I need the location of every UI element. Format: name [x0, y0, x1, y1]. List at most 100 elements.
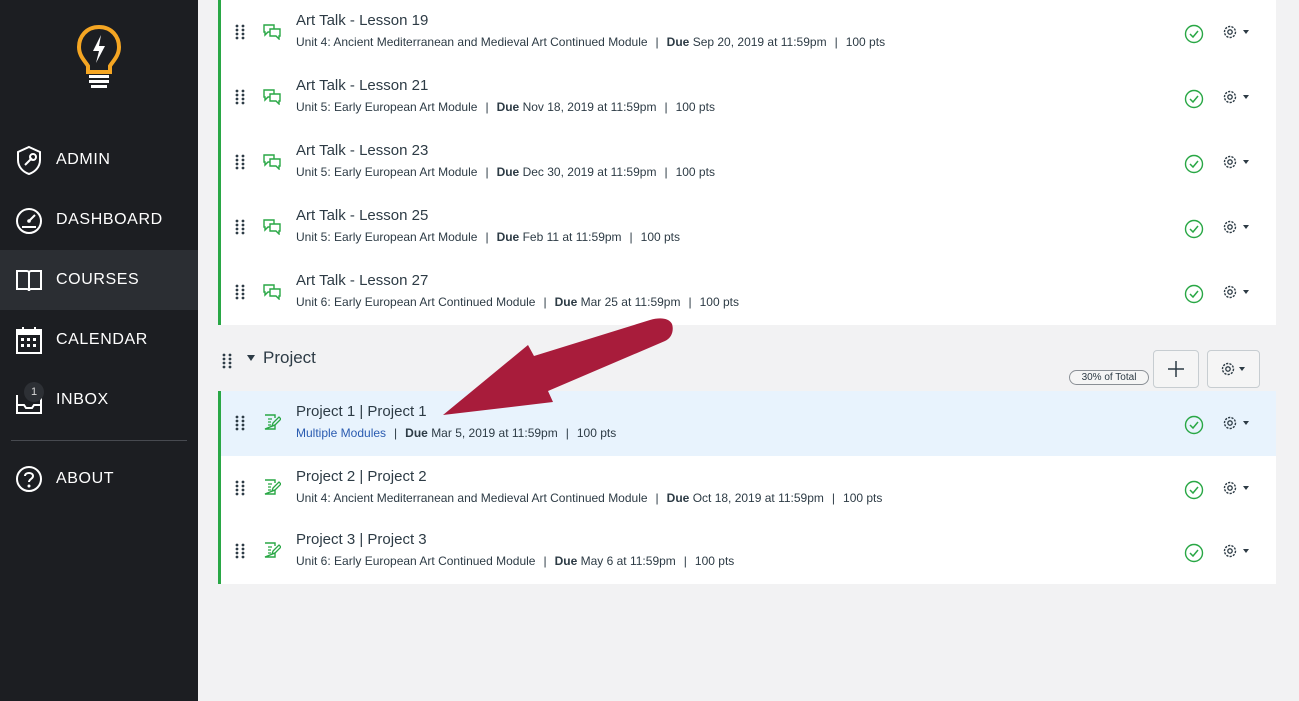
- due-label: Due: [554, 295, 578, 309]
- assignment-row[interactable]: Art Talk - Lesson 23 Unit 5: Early Europ…: [218, 130, 1276, 195]
- project-group-rows: Project 1 | Project 1 Multiple Modules | D…: [218, 391, 1276, 584]
- nav-calendar-label: CALENDAR: [56, 331, 148, 348]
- assignment-row[interactable]: Project 3 | Project 3 Unit 6: Early Euro…: [218, 521, 1276, 584]
- drag-handle-icon[interactable]: [235, 284, 245, 300]
- drag-handle-icon[interactable]: [235, 154, 245, 170]
- settings-gear-icon[interactable]: [1221, 414, 1251, 432]
- module-name: Unit 5: Early European Art Module: [296, 165, 478, 179]
- multiple-modules-link[interactable]: Multiple Modules: [296, 426, 386, 440]
- due-date: Oct 18, 2019 at 11:59pm: [692, 491, 824, 505]
- points: 100 pts: [843, 491, 883, 505]
- assignment-icon: [264, 479, 281, 495]
- published-check-icon[interactable]: [1184, 543, 1204, 563]
- due-date: May 6 at 11:59pm: [580, 554, 676, 568]
- drag-handle-icon[interactable]: [235, 543, 245, 559]
- due-label: Due: [496, 165, 520, 179]
- inbox-unread-badge: 1: [24, 382, 44, 402]
- due-label: Due: [666, 35, 690, 49]
- assignment-title-link[interactable]: Art Talk - Lesson 19: [296, 12, 428, 29]
- due-date: Mar 5, 2019 at 11:59pm: [431, 426, 558, 440]
- assignment-row[interactable]: Art Talk - Lesson 19 Unit 4: Ancient Med…: [218, 0, 1276, 65]
- settings-gear-icon[interactable]: [1221, 218, 1251, 236]
- assignment-title-link[interactable]: Project 2 | Project 2: [296, 468, 427, 485]
- due-label: Due: [496, 230, 520, 244]
- assignment-title-link[interactable]: Project 1 | Project 1: [296, 403, 427, 420]
- nav-inbox[interactable]: 1 INBOX: [0, 370, 198, 430]
- nav-dashboard[interactable]: DASHBOARD: [0, 190, 198, 250]
- assignments-main: Art Talk - Lesson 19 Unit 4: Ancient Med…: [198, 0, 1299, 701]
- assignment-meta: Unit 4: Ancient Mediterranean and Mediev…: [296, 491, 883, 505]
- published-check-icon[interactable]: [1184, 24, 1204, 44]
- assignment-icon: [264, 414, 281, 430]
- module-name: Unit 4: Ancient Mediterranean and Mediev…: [296, 35, 648, 49]
- discussion-icon: [263, 24, 281, 40]
- points: 100 pts: [675, 100, 715, 114]
- assignment-title-link[interactable]: Art Talk - Lesson 21: [296, 77, 428, 94]
- discussion-group-rows: Art Talk - Lesson 19 Unit 4: Ancient Med…: [218, 0, 1276, 325]
- assignment-row[interactable]: Art Talk - Lesson 25 Unit 5: Early Europ…: [218, 195, 1276, 260]
- due-label: Due: [405, 426, 428, 440]
- points: 100 pts: [845, 35, 886, 49]
- published-check-icon[interactable]: [1184, 415, 1204, 435]
- published-check-icon[interactable]: [1184, 154, 1204, 174]
- assignment-group-title[interactable]: Project: [263, 348, 316, 368]
- lightbulb-logo-icon[interactable]: [74, 22, 124, 92]
- group-weight-pill: 30% of Total: [1069, 370, 1149, 385]
- published-check-icon[interactable]: [1184, 284, 1204, 304]
- assignment-row[interactable]: Project 1 | Project 1 Multiple Modules | D…: [218, 391, 1276, 456]
- nav-calendar[interactable]: CALENDAR: [0, 310, 198, 370]
- drag-handle-icon[interactable]: [235, 219, 245, 235]
- drag-handle-icon[interactable]: [235, 89, 245, 105]
- nav-about-label: ABOUT: [56, 470, 115, 487]
- due-label: Due: [496, 100, 520, 114]
- nav-about[interactable]: ABOUT: [0, 449, 198, 509]
- points: 100 pts: [640, 230, 681, 244]
- discussion-icon: [263, 154, 281, 170]
- assignment-meta: Multiple Modules | Due Mar 5, 2019 at 11:5…: [296, 426, 617, 440]
- shield-icon: [17, 145, 41, 175]
- assignment-groups: Art Talk - Lesson 19 Unit 4: Ancient Med…: [218, 0, 1276, 584]
- published-check-icon[interactable]: [1184, 480, 1204, 500]
- assignment-title-link[interactable]: Art Talk - Lesson 25: [296, 207, 428, 224]
- group-settings-button[interactable]: [1207, 350, 1260, 388]
- settings-gear-icon[interactable]: [1221, 542, 1251, 560]
- assignment-row[interactable]: Project 2 | Project 2 Unit 4: Ancient Me…: [218, 456, 1276, 521]
- speedometer-icon: [16, 208, 42, 234]
- drag-handle-icon[interactable]: [235, 24, 245, 40]
- settings-gear-icon: [1221, 362, 1245, 376]
- assignment-icon: [264, 542, 281, 558]
- discussion-icon: [263, 284, 281, 300]
- caret-down-icon[interactable]: [247, 354, 255, 362]
- drag-handle-icon[interactable]: [235, 480, 245, 496]
- nav-courses[interactable]: COURSES: [0, 250, 198, 310]
- published-check-icon[interactable]: [1184, 219, 1204, 239]
- add-assignment-button[interactable]: [1153, 350, 1199, 388]
- nav-admin[interactable]: ADMIN: [0, 130, 198, 190]
- discussion-icon: [263, 219, 281, 235]
- due-date: Nov 18, 2019 at 11:59pm: [522, 100, 657, 114]
- due-date: Dec 30, 2019 at 11:59pm: [522, 165, 657, 179]
- nav-inbox-label: INBOX: [56, 391, 109, 408]
- settings-gear-icon[interactable]: [1221, 153, 1251, 171]
- assignment-title-link[interactable]: Project 3 | Project 3: [296, 531, 427, 548]
- assignment-meta: Unit 5: Early European Art Module | Due De…: [296, 165, 715, 179]
- assignment-meta: Unit 4: Ancient Mediterranean and Mediev…: [296, 35, 886, 49]
- assignment-meta: Unit 5: Early European Art Module | Due Fe…: [296, 230, 681, 244]
- global-nav: ADMIN DASHBOARD COURSES CALENDAR 1 INBOX…: [0, 0, 198, 701]
- assignment-row[interactable]: Art Talk - Lesson 21 Unit 5: Early Europ…: [218, 65, 1276, 130]
- drag-handle-icon[interactable]: [235, 415, 245, 431]
- published-check-icon[interactable]: [1184, 89, 1204, 109]
- nav-divider: [11, 440, 187, 441]
- settings-gear-icon[interactable]: [1221, 283, 1251, 301]
- assignment-title-link[interactable]: Art Talk - Lesson 23: [296, 142, 428, 159]
- settings-gear-icon[interactable]: [1221, 23, 1251, 41]
- help-icon: [16, 466, 42, 492]
- assignment-row[interactable]: Art Talk - Lesson 27 Unit 6: Early Europ…: [218, 260, 1276, 325]
- settings-gear-icon[interactable]: [1221, 88, 1251, 106]
- group-drag-handle-icon[interactable]: [222, 353, 232, 369]
- due-date: Sep 20, 2019 at 11:59pm: [692, 35, 827, 49]
- assignment-meta: Unit 6: Early European Art Continued Mod…: [296, 295, 739, 309]
- settings-gear-icon[interactable]: [1221, 479, 1251, 497]
- assignment-title-link[interactable]: Art Talk - Lesson 27: [296, 272, 428, 289]
- plus-icon: [1168, 361, 1184, 377]
